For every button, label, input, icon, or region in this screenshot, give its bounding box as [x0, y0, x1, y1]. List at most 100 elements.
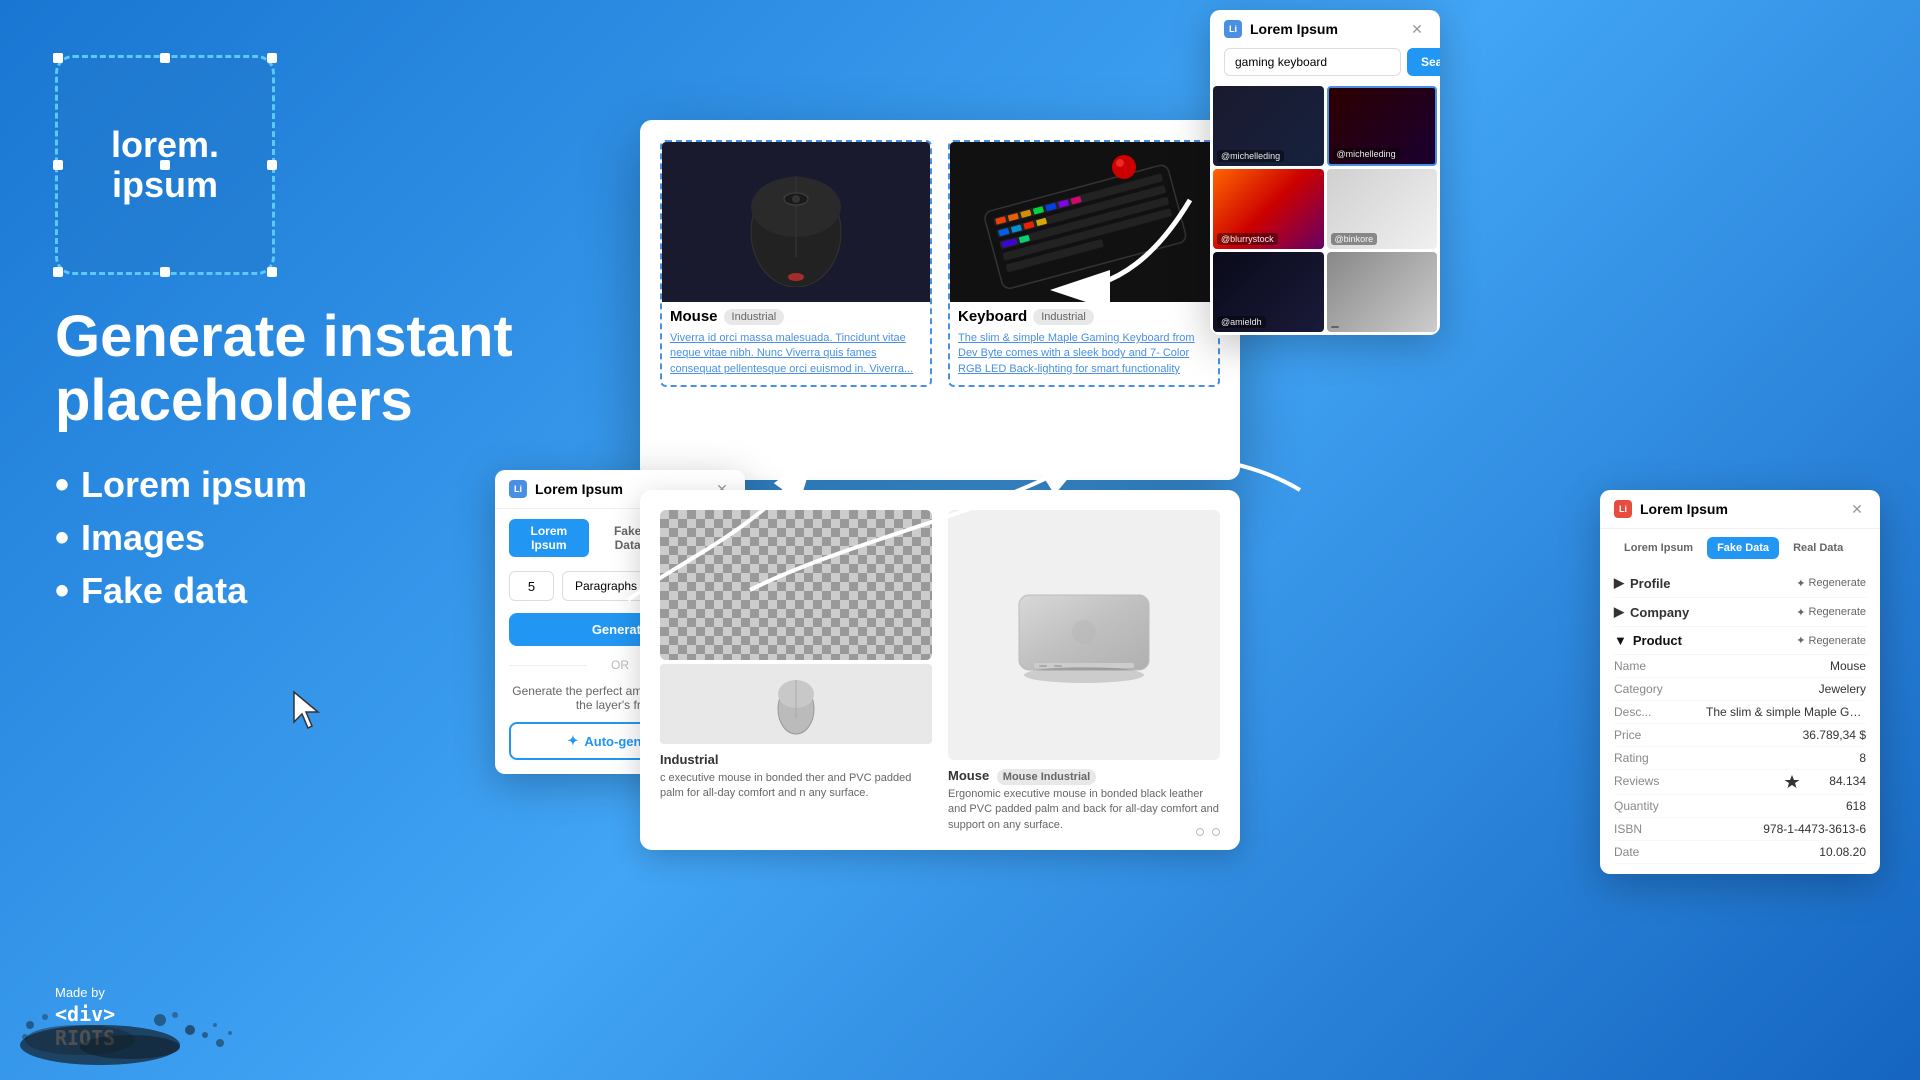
fake-tab-lorem[interactable]: Lorem Ipsum [1614, 537, 1703, 559]
keyboard-title: Keyboard [958, 308, 1027, 325]
data-row-name: Name Mouse [1614, 655, 1866, 678]
data-row-category: Category Jewelery [1614, 678, 1866, 701]
mouse-tag: Industrial [724, 309, 785, 325]
data-label-isbn: ISBN [1614, 822, 1642, 836]
fake-panel-tabs: Lorem Ipsum Fake Data Real Data [1600, 529, 1880, 559]
profile-arrow-icon: ▶ [1614, 575, 1624, 591]
search-result-2[interactable]: @michelleding [1327, 86, 1438, 166]
search-panel-header: Li Lorem Ipsum ✕ [1210, 10, 1440, 48]
keyboard-tag: Industrial [1033, 309, 1094, 325]
data-value-name: Mouse [1830, 659, 1866, 673]
search-result-5[interactable]: @amieldh [1213, 252, 1324, 332]
fake-panel-header: Li Lorem Ipsum ✕ [1600, 490, 1880, 529]
lorem-panel-title-group: Li Lorem Ipsum [509, 480, 623, 498]
data-label-rating: Rating [1614, 751, 1649, 765]
profile-label: Profile [1630, 576, 1670, 591]
logo-text: lorem. ipsum [111, 125, 219, 204]
img-bg-3: @blurrystock [1213, 169, 1324, 249]
cursor-icon [290, 690, 325, 735]
quantity-input[interactable] [509, 571, 554, 601]
scroll-left-desc: c executive mouse in bonded ther and PVC… [660, 771, 932, 802]
product-section-title: ▼ Product [1614, 633, 1682, 648]
img-attr-2: @michelleding [1333, 148, 1400, 160]
corner-handle-bl [53, 267, 63, 277]
img-bg-1: @michelleding [1213, 86, 1324, 166]
tab-lorem-ipsum[interactable]: Lorem Ipsum [509, 519, 589, 557]
data-row-price: Price 36.789,34 $ [1614, 724, 1866, 747]
fake-panel-title: Lorem Ipsum [1640, 501, 1728, 517]
mouse-image [662, 142, 930, 302]
data-label-name: Name [1614, 659, 1646, 673]
scroll-product-window: Industrial c executive mouse in bonded t… [640, 490, 1240, 850]
data-label-price: Price [1614, 728, 1641, 742]
img-attr-5: @amieldh [1217, 316, 1266, 328]
search-panel-close[interactable]: ✕ [1408, 20, 1426, 38]
data-row-desc: Desc... The slim & simple Maple Gaming K… [1614, 701, 1866, 724]
scroll-device-image [660, 664, 932, 744]
headline: Generate instant placeholders [55, 305, 635, 433]
fake-tab-fake[interactable]: Fake Data [1707, 537, 1779, 559]
scroll-product-grid: Industrial c executive mouse in bonded t… [640, 490, 1240, 850]
product-data-rows: Name Mouse Category Jewelery Desc... The… [1614, 655, 1866, 864]
wand-icon: ✦ [567, 733, 578, 749]
fake-tab-real[interactable]: Real Data [1783, 537, 1853, 559]
img-attr-3: @blurrystock [1217, 233, 1278, 245]
data-row-quantity: Quantity 618 [1614, 795, 1866, 818]
scroll-left-title: Industrial [660, 752, 932, 767]
profile-regen-btn[interactable]: ✦ Regenerate [1796, 577, 1866, 590]
product-arrow-icon: ▼ [1614, 633, 1627, 648]
data-row-isbn: ISBN 978-1-4473-3613-6 [1614, 818, 1866, 841]
scroll-right-title: Mouse Mouse Industrial [948, 768, 1220, 783]
scroll-left-product: Industrial c executive mouse in bonded t… [660, 510, 932, 833]
product-section: ▼ Product ✦ Regenerate [1614, 627, 1866, 655]
data-value-date: 10.08.20 [1819, 845, 1866, 859]
search-result-1[interactable]: @michelleding [1213, 86, 1324, 166]
pattern-bg [660, 510, 932, 660]
scroll-right-product: Mouse Mouse Industrial Ergonomic executi… [948, 510, 1220, 833]
company-label: Company [1630, 605, 1689, 620]
search-button[interactable]: Search [1407, 48, 1440, 76]
img-attr-6 [1331, 326, 1339, 328]
search-panel-icon: Li [1224, 20, 1242, 38]
mouse-desc: Viverra id orci massa malesuada. Tincidu… [662, 327, 930, 385]
image-results-grid: @michelleding @michelleding @blurrystock… [1210, 86, 1440, 335]
fake-panel-icon: Li [1614, 500, 1632, 518]
img-bg-5: @amieldh [1213, 252, 1324, 332]
search-result-4[interactable]: @binkore [1327, 169, 1438, 249]
search-result-6[interactable] [1327, 252, 1438, 332]
corner-handle-tl [53, 53, 63, 63]
data-value-reviews: 84.134 [1782, 774, 1866, 790]
search-image-panel: Li Lorem Ipsum ✕ Search @michelleding @m… [1210, 10, 1440, 335]
search-panel-title-group: Li Lorem Ipsum [1224, 20, 1338, 38]
product-regen-btn[interactable]: ✦ Regenerate [1796, 634, 1866, 647]
mouse-title: Mouse [670, 308, 718, 325]
fake-panel-close[interactable]: ✕ [1848, 500, 1866, 518]
mouse-card: Mouse Industrial Viverra id orci massa m… [660, 140, 932, 387]
corner-handle-tr [267, 53, 277, 63]
corner-handle-tm [160, 53, 170, 63]
dot-2 [1212, 828, 1220, 836]
mac-mini-image [948, 510, 1220, 760]
img-bg-4: @binkore [1327, 169, 1438, 249]
data-value-category: Jewelery [1819, 682, 1866, 696]
profile-section-title: ▶ Profile [1614, 575, 1670, 591]
search-bar: Search [1210, 48, 1440, 86]
company-section-title: ▶ Company [1614, 604, 1689, 620]
corner-handle-bm [160, 267, 170, 277]
product-grid: Mouse Industrial Viverra id orci massa m… [640, 120, 1240, 407]
refresh-icon-product: ✦ [1796, 634, 1805, 647]
data-label-date: Date [1614, 845, 1639, 859]
data-value-rating: 8 [1859, 751, 1866, 765]
company-regen-btn[interactable]: ✦ Regenerate [1796, 606, 1866, 619]
img-bg-6 [1327, 252, 1438, 332]
data-label-reviews: Reviews [1614, 774, 1659, 790]
img-attr-1: @michelleding [1217, 150, 1284, 162]
company-arrow-icon: ▶ [1614, 604, 1624, 620]
search-result-3[interactable]: @blurrystock [1213, 169, 1324, 249]
company-section: ▶ Company ✦ Regenerate [1614, 598, 1866, 627]
search-input[interactable] [1224, 48, 1401, 76]
data-label-category: Category [1614, 682, 1663, 696]
ink-blob [20, 975, 240, 1070]
fake-data-panel: Li Lorem Ipsum ✕ Lorem Ipsum Fake Data R… [1600, 490, 1880, 874]
data-value-price: 36.789,34 $ [1803, 728, 1866, 742]
